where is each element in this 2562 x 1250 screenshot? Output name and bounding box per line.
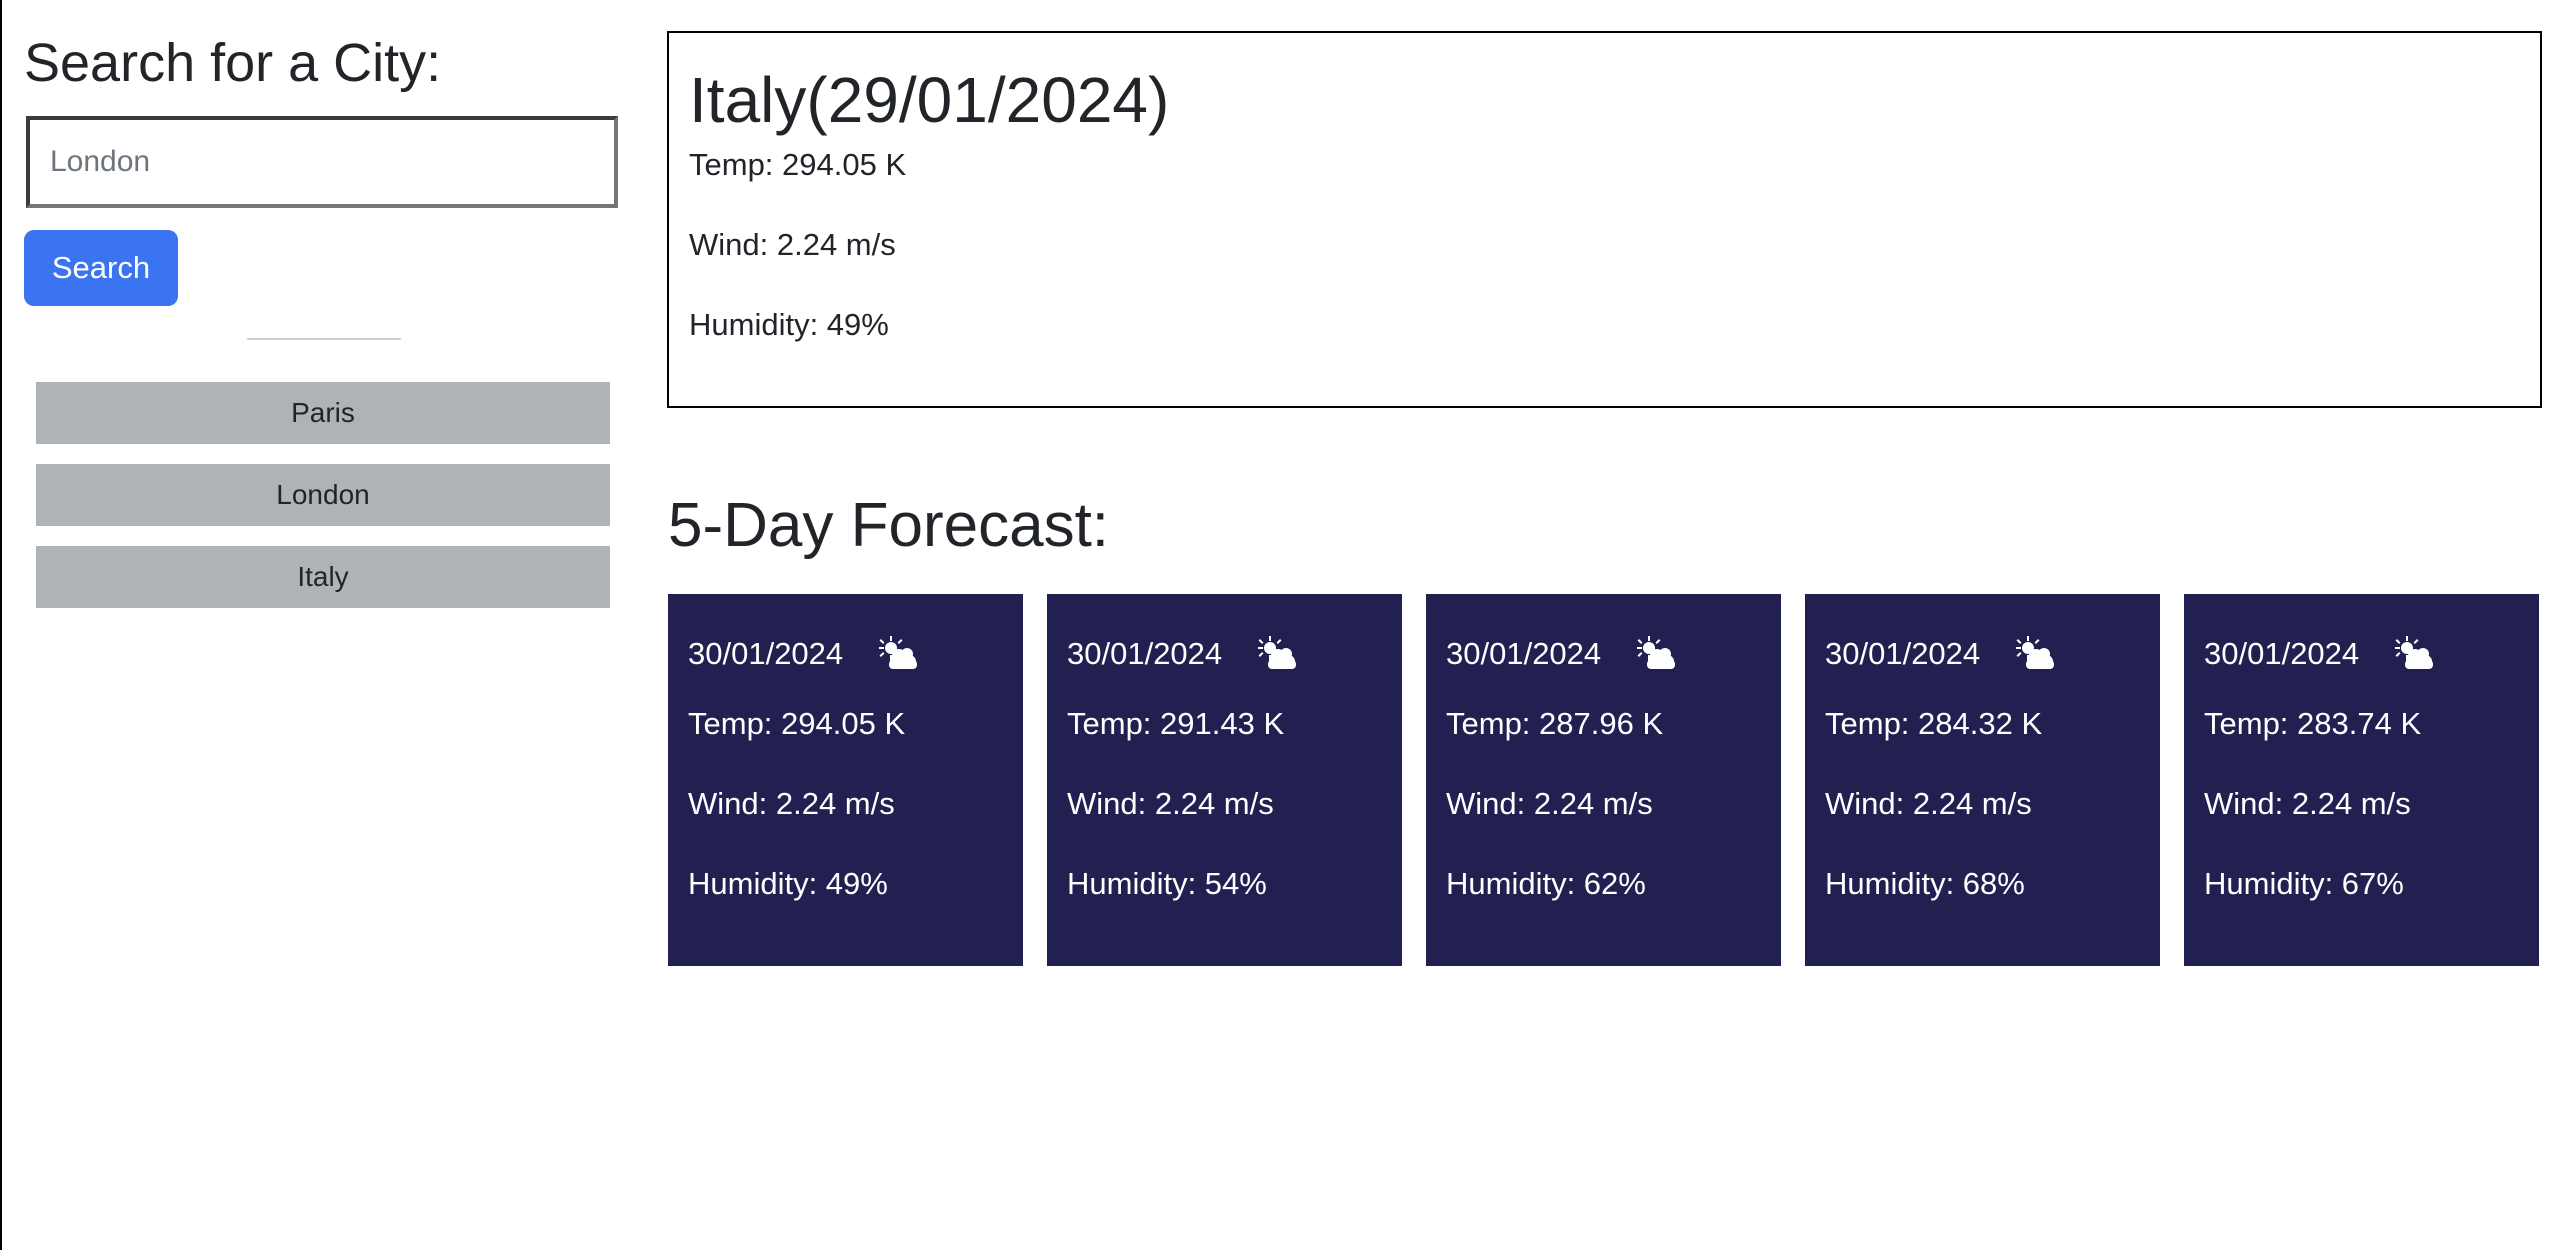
forecast-card: 30/01/2024 bbox=[2184, 594, 2539, 966]
forecast-card: 30/01/2024 bbox=[1805, 594, 2160, 966]
search-button[interactable]: Search bbox=[24, 230, 178, 306]
partly-cloudy-icon bbox=[1633, 634, 1677, 674]
forecast-temp: Temp: 291.43 K bbox=[1067, 706, 1285, 741]
current-wind: Wind: 2.24 m/s bbox=[689, 227, 896, 262]
forecast-humidity: Humidity: 62% bbox=[1446, 866, 1646, 901]
forecast-temp: Temp: 294.05 K bbox=[688, 706, 906, 741]
partly-cloudy-icon bbox=[875, 634, 919, 674]
forecast-temp: Temp: 284.32 K bbox=[1825, 706, 2043, 741]
forecast-date: 30/01/2024 bbox=[1825, 636, 1981, 671]
forecast-card: 30/01/2024 bbox=[1047, 594, 1402, 966]
partly-cloudy-icon bbox=[2012, 634, 2056, 674]
current-weather-panel: Italy(29/01/2024) Temp: 294.05 K Wind: 2… bbox=[667, 31, 2542, 408]
forecast-humidity: Humidity: 67% bbox=[2204, 866, 2404, 901]
current-temp: Temp: 294.05 K bbox=[689, 147, 907, 182]
forecast-date: 30/01/2024 bbox=[2204, 636, 2360, 671]
forecast-date: 30/01/2024 bbox=[1446, 636, 1602, 671]
forecast-date: 30/01/2024 bbox=[1067, 636, 1223, 671]
search-history-list: Paris London Italy bbox=[36, 382, 610, 608]
forecast-humidity: Humidity: 54% bbox=[1067, 866, 1267, 901]
forecast-wind: Wind: 2.24 m/s bbox=[2204, 786, 2411, 821]
forecast-card: 30/01/2024 bbox=[668, 594, 1023, 966]
sidebar-divider bbox=[247, 338, 401, 340]
forecast-wind: Wind: 2.24 m/s bbox=[1446, 786, 1653, 821]
forecast-row: 30/01/2024 Temp: 294.05 K Wind: 2.24 m/s… bbox=[668, 594, 2539, 966]
partly-cloudy-icon bbox=[2391, 634, 2435, 674]
history-item-london[interactable]: London bbox=[36, 464, 610, 526]
forecast-card: 30/01/2024 bbox=[1426, 594, 1781, 966]
forecast-wind: Wind: 2.24 m/s bbox=[1067, 786, 1274, 821]
current-humidity: Humidity: 49% bbox=[689, 307, 889, 342]
forecast-heading: 5-Day Forecast: bbox=[668, 491, 1110, 560]
forecast-humidity: Humidity: 68% bbox=[1825, 866, 2025, 901]
forecast-temp: Temp: 287.96 K bbox=[1446, 706, 1664, 741]
history-item-paris[interactable]: Paris bbox=[36, 382, 610, 444]
forecast-humidity: Humidity: 49% bbox=[688, 866, 888, 901]
window-edge bbox=[0, 0, 2, 1250]
current-city-title: Italy(29/01/2024) bbox=[689, 64, 1170, 136]
search-title: Search for a City: bbox=[24, 33, 442, 93]
forecast-date: 30/01/2024 bbox=[688, 636, 844, 671]
partly-cloudy-icon bbox=[1254, 634, 1298, 674]
forecast-wind: Wind: 2.24 m/s bbox=[1825, 786, 2032, 821]
sidebar: Search for a City: Search Paris London I… bbox=[24, 24, 624, 628]
forecast-wind: Wind: 2.24 m/s bbox=[688, 786, 895, 821]
city-search-input[interactable] bbox=[26, 116, 618, 208]
forecast-temp: Temp: 283.74 K bbox=[2204, 706, 2422, 741]
history-item-italy[interactable]: Italy bbox=[36, 546, 610, 608]
